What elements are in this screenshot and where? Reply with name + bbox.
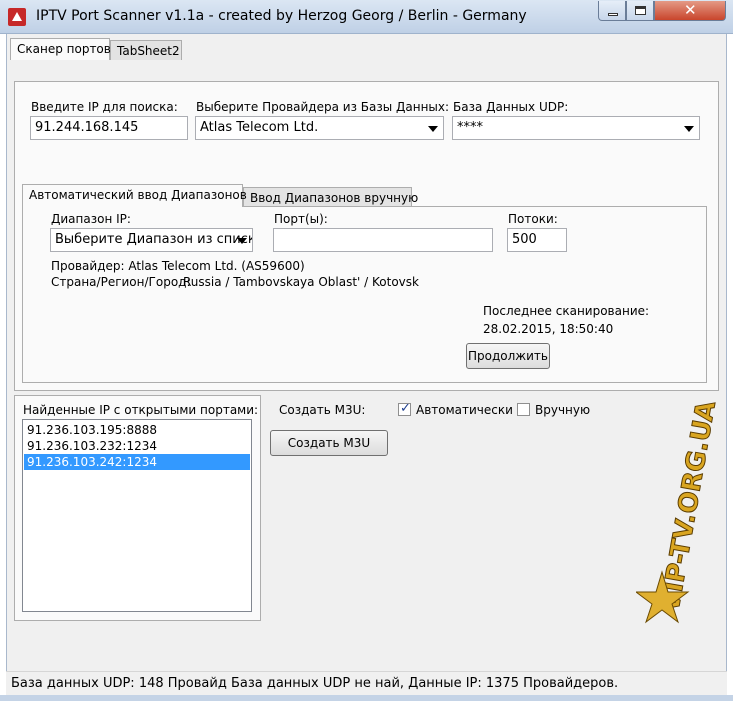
continue-button[interactable]: Продолжить [466,343,550,369]
tab-tabsheet2[interactable]: TabSheet2 [110,40,182,60]
ip-search-input[interactable]: 91.244.168.145 [30,116,188,140]
country-info-key: Страна/Регион/Город: [51,275,191,289]
last-scan-value: 28.02.2015, 18:50:40 [483,322,614,336]
provider-select-value: Atlas Telecom Ltd. [200,120,319,135]
country-info-value: Russia / Tambovskaya Oblast' / Kotovsk [183,275,419,289]
ip-range-select[interactable]: Выберите Диапазон из списк [50,228,253,252]
threads-input[interactable]: 500 [507,228,567,252]
list-item[interactable]: 91.236.103.195:8888 [24,422,250,438]
create-m3u-label: Создать M3U: [279,403,366,417]
close-icon: ✕ [684,1,697,19]
chevron-down-icon [237,238,247,244]
auto-checkbox[interactable]: ✓ [398,401,411,416]
chevron-down-icon [684,126,694,132]
tab-manual-range-label: Ввод Диапазонов вручную [250,191,419,205]
ip-range-select-value: Выберите Диапазон из списк [55,232,253,247]
chevron-down-icon [428,126,438,132]
status-bar: База данных UDP: 148 Провайд База данных… [6,671,727,695]
create-m3u-button[interactable]: Создать M3U [270,430,388,456]
maximize-button[interactable] [626,1,654,21]
threads-label: Потоки: [508,212,558,226]
ports-label: Порт(ы): [274,212,328,226]
provider-select[interactable]: Atlas Telecom Ltd. [195,116,444,140]
auto-checkbox-label: Автоматически [416,403,513,417]
list-item[interactable]: 91.236.103.232:1234 [24,438,250,454]
window-bottom-frame [0,695,733,701]
udp-db-select-value: **** [457,120,483,135]
tab-manual-range[interactable]: Ввод Диапазонов вручную [243,187,418,207]
list-item[interactable]: 91.236.103.242:1234 [24,454,250,470]
app-icon [8,8,26,26]
ip-range-label: Диапазон IP: [51,212,131,226]
ports-input[interactable] [273,228,493,252]
checkmark-icon: ✓ [400,401,411,416]
tab-port-scanner-label: Сканер портов [17,42,111,56]
tab-auto-range-label: Автоматический ввод Диапазонов [29,188,247,202]
provider-info: Провайдер: Atlas Telecom Ltd. (AS59600) [51,259,305,273]
tab-port-scanner[interactable]: Сканер портов [10,38,111,60]
close-button[interactable]: ✕ [654,1,726,21]
window-title: IPTV Port Scanner v1.1a - created by Her… [36,8,527,24]
maximize-icon [635,6,646,15]
tab-tabsheet2-label: TabSheet2 [117,44,180,58]
minimize-button[interactable] [598,1,626,21]
udp-db-label: База Данных UDP: [453,100,569,114]
status-text: База данных UDP: 148 Провайд База данных… [11,676,619,691]
minimize-icon [608,13,618,16]
provider-label: Выберите Провайдера из Базы Данных: [196,100,450,114]
found-ip-label: Найденные IP с открытыми портами: [23,403,259,417]
found-ip-list[interactable]: 91.236.103.195:8888 91.236.103.232:1234 … [22,419,252,612]
manual-checkbox[interactable] [517,403,530,416]
watermark-logo: VIP-TV.ORG.UA [636,398,716,624]
ip-search-label: Введите IP для поиска: [31,100,178,114]
manual-checkbox-label: Вручную [535,403,591,417]
last-scan-label: Последнее сканирование: [483,304,650,318]
tab-auto-range[interactable]: Автоматический ввод Диапазонов [22,184,247,207]
udp-db-select[interactable]: **** [452,116,700,140]
